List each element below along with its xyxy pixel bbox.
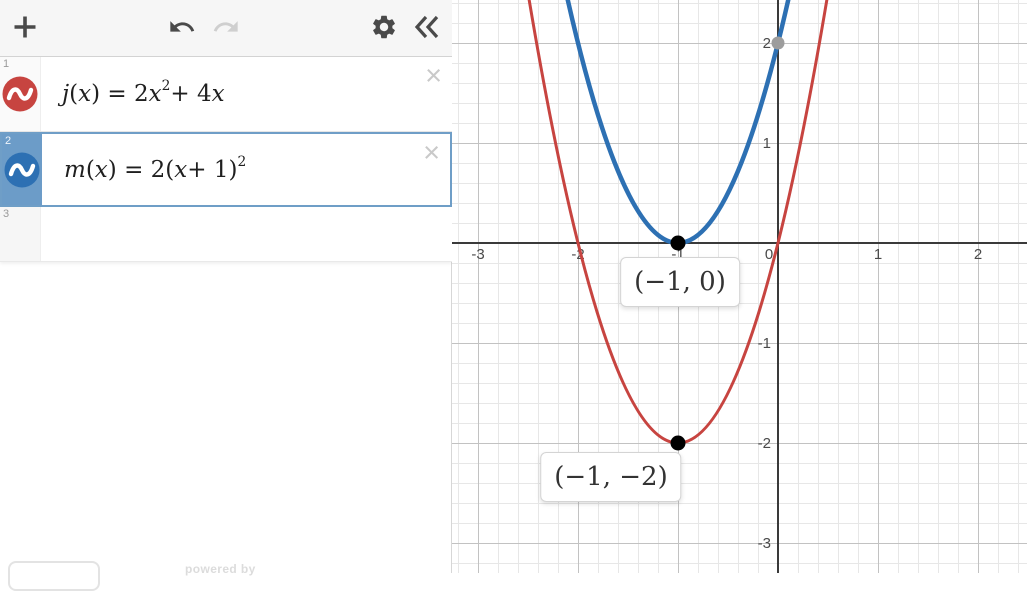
intercept-point[interactable] — [771, 36, 785, 50]
collapse-panel-button[interactable] — [410, 12, 444, 44]
expression-number: 1 — [3, 58, 10, 70]
expression-row-empty[interactable]: 3 — [0, 207, 452, 262]
vertex-point[interactable] — [670, 235, 686, 251]
svg-text:2: 2 — [763, 35, 771, 52]
expression-panel: 1 j(x) = 2x2 + 4 x × 2 m(x) = 2(x + 1) 2 × 3 pow… — [0, 0, 452, 591]
graph-canvas[interactable]: -3 -2 -1 0 1 2 2 1 -1 -2 -3 (−1, 0) (−1, −2) — [452, 0, 1027, 573]
undo-button[interactable] — [166, 13, 198, 43]
plus-icon — [10, 16, 40, 45]
point-coordinate-label: (−1, −2) — [540, 452, 682, 502]
function-color-icon[interactable] — [2, 76, 38, 112]
desmos-calculator: 1 j(x) = 2x2 + 4 x × 2 m(x) = 2(x + 1) 2 × 3 pow… — [0, 0, 1027, 591]
expression-row-2[interactable]: 2 m(x) = 2(x + 1) 2 × — [0, 132, 452, 207]
add-expression-button[interactable] — [9, 12, 41, 44]
expression-toolbar — [0, 0, 452, 57]
delete-expression-button[interactable]: × — [423, 139, 440, 168]
svg-text:-3: -3 — [758, 535, 771, 552]
vertex-point[interactable] — [670, 435, 686, 451]
keyboard-button[interactable] — [8, 561, 100, 591]
svg-text:-2: -2 — [758, 435, 771, 452]
row-gutter: 3 — [0, 207, 41, 261]
svg-text:0: 0 — [765, 246, 773, 263]
delete-expression-button[interactable]: × — [425, 62, 442, 91]
expression-latex[interactable]: m(x) = 2(x + 1) 2 — [42, 134, 450, 205]
svg-text:1: 1 — [763, 135, 771, 152]
expression-latex[interactable]: j(x) = 2x2 + 4x — [40, 57, 452, 131]
svg-text:1: 1 — [874, 246, 882, 263]
settings-gear-button[interactable] — [369, 13, 399, 43]
svg-text:2: 2 — [974, 246, 982, 263]
powered-by-text: powered by — [185, 562, 256, 576]
svg-text:-3: -3 — [471, 246, 484, 263]
expression-row-1[interactable]: 1 j(x) = 2x2 + 4 x × — [0, 57, 452, 132]
gear-icon — [370, 15, 398, 44]
point-coordinate-label: (−1, 0) — [620, 257, 740, 307]
svg-text:-1: -1 — [758, 335, 771, 352]
redo-button[interactable] — [210, 13, 242, 43]
expression-number: 2 — [5, 135, 12, 147]
expression-list: 1 j(x) = 2x2 + 4 x × 2 m(x) = 2(x + 1) 2 × 3 — [0, 57, 452, 262]
double-chevron-left-icon — [412, 15, 442, 45]
redo-arrow-icon — [211, 21, 241, 44]
expression-number: 3 — [3, 208, 10, 220]
function-color-icon[interactable] — [4, 152, 40, 188]
undo-arrow-icon — [167, 21, 197, 44]
